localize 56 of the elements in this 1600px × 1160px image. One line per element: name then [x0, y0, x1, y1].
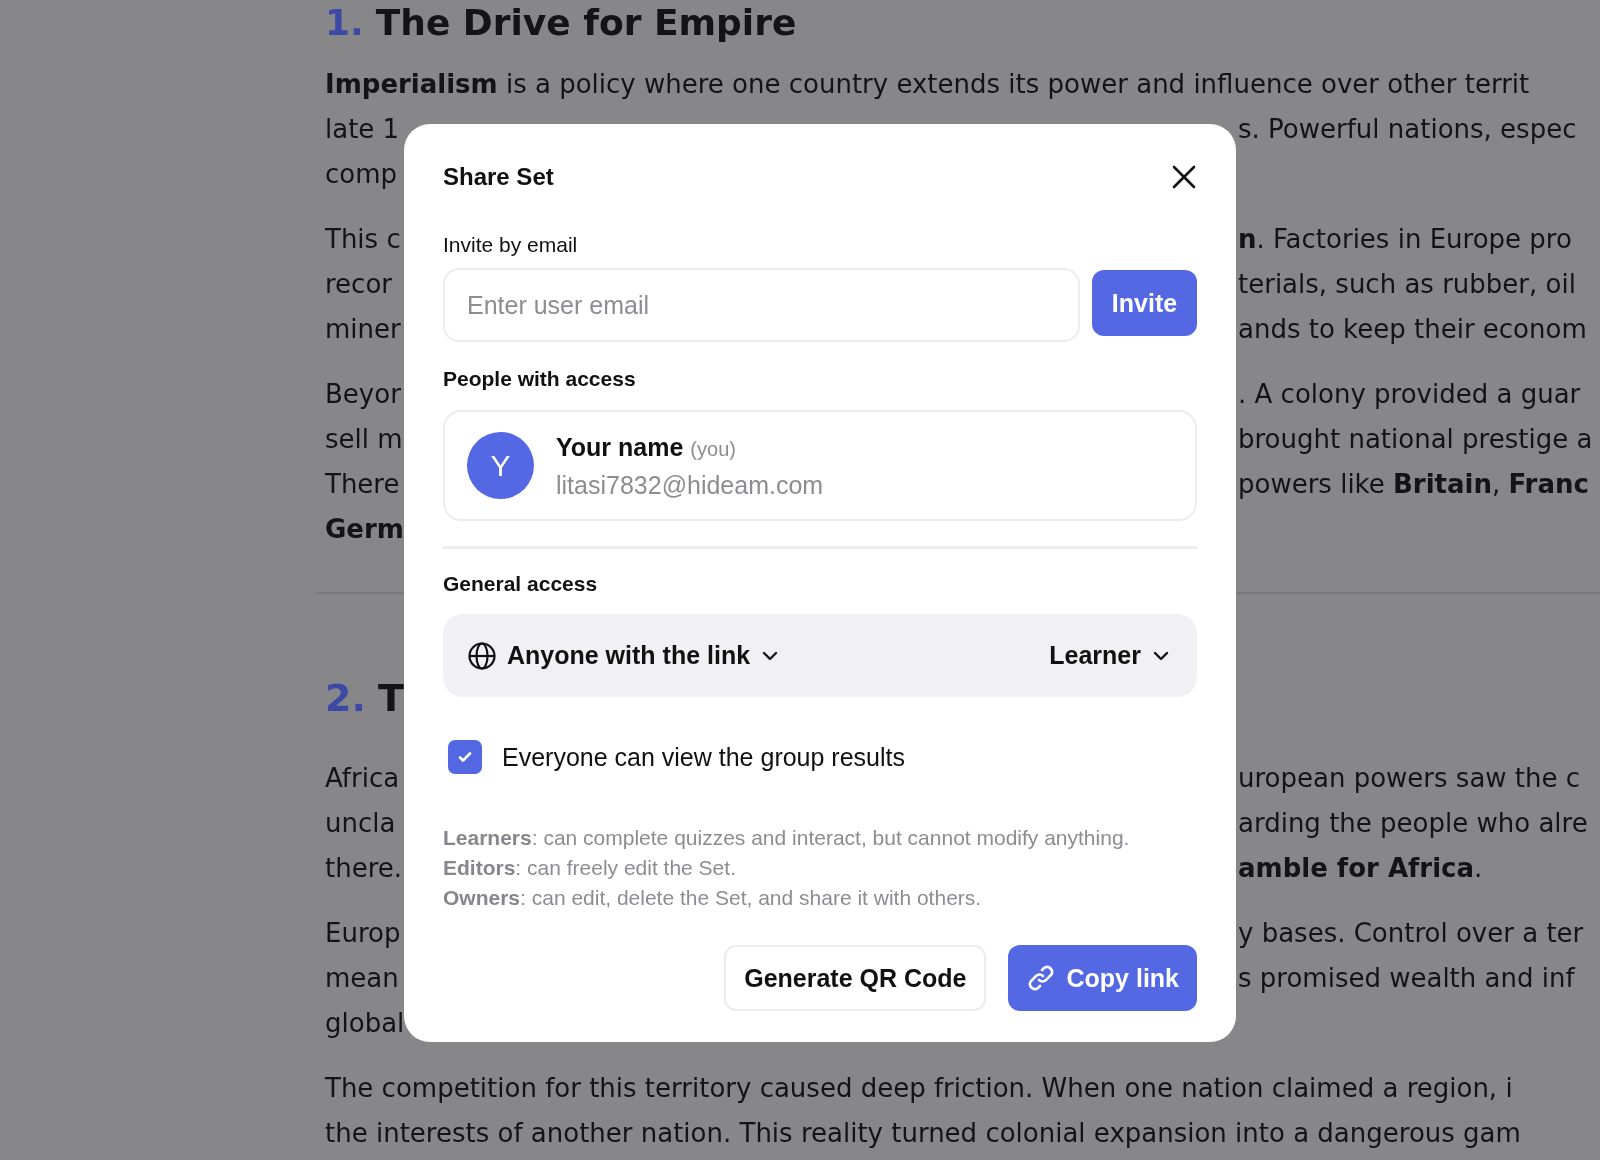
section-heading: The Drive for Empire [375, 1, 797, 45]
paragraph-text: s promised wealth and inf [1238, 962, 1575, 995]
paragraph-text: There [325, 468, 400, 501]
section-label: People with access [443, 367, 637, 391]
copy-link-button[interactable]: Copy link [1008, 945, 1197, 1011]
paragraph-text: powers like Britain, Franc [1238, 468, 1589, 501]
paragraph-text: The competition for this territory caused deep friction. When one nation claimed a region, i [325, 1072, 1513, 1105]
paragraph-text: miner [325, 313, 401, 346]
paragraph-text: n. Factories in Europe pro [1238, 223, 1572, 256]
paragraph-text: Africa [325, 762, 400, 795]
dialog-title: Share Set [443, 163, 554, 191]
paragraph-text: Imperialism is a policy where one country extends its power and influence over other territ [325, 68, 1530, 101]
section-label: General access [443, 572, 599, 596]
section-heading: T [377, 675, 404, 722]
paragraph-text: Germ [325, 513, 404, 546]
role-description: Learners: can complete quizzes and interact, but cannot modify anything. [443, 825, 1131, 851]
paragraph-text: recor [325, 268, 392, 301]
heading-number: 1. [325, 1, 364, 45]
paragraph-text: amble for Africa. [1238, 852, 1483, 885]
paragraph-text: uncla [325, 807, 396, 840]
paragraph-text: Europ [325, 917, 401, 950]
invite-button[interactable]: Invite [1092, 270, 1197, 336]
access-scope-dropdown[interactable]: Anyone with the link [467, 640, 781, 671]
checkmark-icon [457, 749, 473, 765]
paragraph-text: s. Powerful nations, espec [1238, 113, 1577, 146]
paragraph-text: Beyor [325, 378, 401, 411]
paragraph-text: brought national prestige a [1238, 423, 1593, 456]
paragraph-text: ands to keep their econom [1238, 313, 1587, 346]
paragraph-text: mean [325, 962, 399, 995]
paragraph-text: uropean powers saw the c [1238, 762, 1581, 795]
member-email: litasi7832@hideam.com [556, 469, 824, 501]
checkbox-label: Everyone can view the group results [502, 742, 905, 772]
paragraph-text: terials, such as rubber, oil [1238, 268, 1576, 301]
role-description: Owners: can edit, delete the Set, and share it with others. [443, 885, 983, 911]
role-dropdown[interactable]: Learner [1049, 641, 1171, 670]
paragraph-text: arding the people who alre [1238, 807, 1588, 840]
role-description: Editors: can freely edit the Set. [443, 855, 737, 881]
field-label: Invite by email [443, 233, 579, 257]
paragraph-text: . A colony provided a guar [1238, 378, 1581, 411]
globe-icon [467, 640, 497, 671]
member-note: (you) [690, 436, 736, 462]
paragraph-text: comp [325, 158, 398, 191]
email-input-field[interactable]: Enter user email [443, 268, 1080, 342]
paragraph-text: the interests of another nation. This reality turned colonial expansion into a dangerous gam [325, 1117, 1521, 1150]
paragraph-text: late 1 [325, 113, 400, 146]
checkbox[interactable] [448, 740, 482, 774]
paragraph-text: This c [325, 223, 401, 256]
link-icon [1026, 963, 1057, 993]
paragraph-text: global [325, 1007, 405, 1040]
paragraph-text: there. [325, 852, 403, 885]
qr-code-button[interactable]: Generate QR Code [724, 945, 987, 1011]
paragraph-text: y bases. Control over a ter [1238, 917, 1584, 950]
member-name: Your name [556, 431, 684, 463]
heading-number: 2. [325, 675, 366, 722]
avatar: Y [467, 432, 534, 499]
paragraph-text: sell m [325, 423, 403, 456]
